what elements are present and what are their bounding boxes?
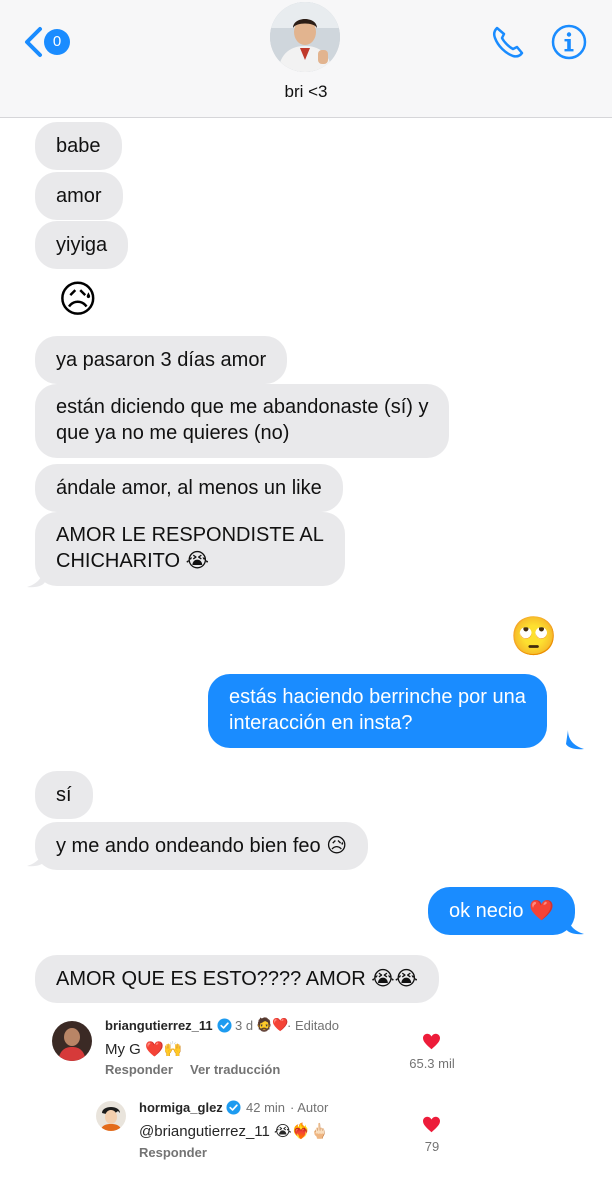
reply-button[interactable]: Responder bbox=[105, 1062, 173, 1077]
info-icon bbox=[551, 24, 587, 60]
message-line: interacción en insta? bbox=[229, 712, 413, 734]
commenter-avatar[interactable] bbox=[52, 1021, 92, 1061]
message-line: que ya no me quieres (no) bbox=[56, 422, 290, 444]
back-button[interactable]: 0 bbox=[22, 24, 72, 58]
message-bubble-incoming[interactable]: y me ando ondeando bien feo 😥 bbox=[35, 822, 369, 870]
call-button[interactable] bbox=[488, 22, 528, 62]
comment-time: 3 d bbox=[235, 1018, 254, 1033]
message-line: CHICHARITO 😭 bbox=[56, 550, 210, 572]
message-bubble-outgoing[interactable]: estás haciendo berrinche por una interac… bbox=[208, 674, 547, 748]
message-bubble-incoming[interactable]: sí bbox=[35, 771, 93, 819]
bubble-tail bbox=[566, 730, 584, 750]
bubble-tail bbox=[566, 915, 584, 935]
info-button[interactable] bbox=[549, 22, 589, 62]
comment-author-label: · Autor bbox=[290, 1100, 329, 1115]
unread-count-badge: 0 bbox=[44, 29, 70, 55]
like-count: 65.3 mil bbox=[409, 1056, 455, 1071]
contact-name[interactable]: bri <3 bbox=[0, 82, 612, 102]
heart-icon[interactable] bbox=[422, 1116, 441, 1133]
message-line: AMOR LE RESPONDISTE AL bbox=[56, 524, 324, 546]
message-bubble-incoming[interactable]: AMOR QUE ES ESTO???? AMOR 😭😭 bbox=[35, 955, 440, 1003]
heart-icon[interactable] bbox=[422, 1033, 441, 1050]
comment-text: My G ❤️🙌 bbox=[105, 1041, 183, 1058]
message-bubble-incoming[interactable]: babe bbox=[35, 122, 122, 170]
message-bubble-incoming[interactable]: yiyiga bbox=[35, 221, 129, 269]
see-translation-button[interactable]: Ver traducción bbox=[190, 1062, 280, 1077]
verified-icon bbox=[226, 1100, 241, 1115]
message-bubble-incoming[interactable]: AMOR LE RESPONDISTE AL CHICHARITO 😭 bbox=[35, 512, 345, 586]
comment-time: 42 min bbox=[246, 1100, 286, 1115]
message-bubble-incoming[interactable]: están diciendo que me abandonaste (sí) y… bbox=[35, 384, 450, 458]
verified-icon bbox=[217, 1018, 232, 1033]
conversation-header: 0 bri <3 bbox=[0, 0, 612, 118]
like-count: 79 bbox=[424, 1139, 440, 1154]
commenter-avatar[interactable] bbox=[96, 1101, 126, 1131]
bubble-tail bbox=[27, 847, 45, 867]
contact-photo bbox=[270, 2, 340, 72]
emoji-message[interactable]: 🙄 bbox=[510, 615, 557, 659]
comment-username[interactable]: briangutierrez_11 bbox=[105, 1018, 213, 1033]
message-bubble-incoming[interactable]: amor bbox=[35, 172, 123, 220]
avatar-photo bbox=[96, 1101, 126, 1131]
bubble-tail bbox=[27, 568, 45, 588]
reply-button[interactable]: Responder bbox=[139, 1145, 207, 1160]
back-chevron-icon bbox=[25, 27, 42, 57]
message-bubble-outgoing[interactable]: ok necio ❤️ bbox=[428, 887, 575, 935]
message-bubble-incoming[interactable]: ya pasaron 3 días amor bbox=[35, 336, 288, 384]
comment-text: @briangutierrez_11 😭❤️‍🔥🖕🏻 bbox=[139, 1123, 329, 1140]
comment-reaction: 🧔❤️ bbox=[256, 1017, 289, 1032]
message-bubble-incoming[interactable]: ándale amor, al menos un like bbox=[35, 464, 343, 512]
message-line: estás haciendo berrinche por una bbox=[229, 686, 526, 708]
comment-username[interactable]: hormiga_glez bbox=[139, 1100, 223, 1115]
contact-avatar[interactable] bbox=[270, 2, 340, 72]
emoji-message[interactable]: 😥 bbox=[58, 278, 98, 322]
phone-icon bbox=[492, 26, 524, 58]
comment-edited-label: · Editado bbox=[287, 1018, 340, 1033]
avatar-photo bbox=[52, 1021, 92, 1061]
message-line: están diciendo que me abandonaste (sí) y bbox=[56, 396, 429, 418]
